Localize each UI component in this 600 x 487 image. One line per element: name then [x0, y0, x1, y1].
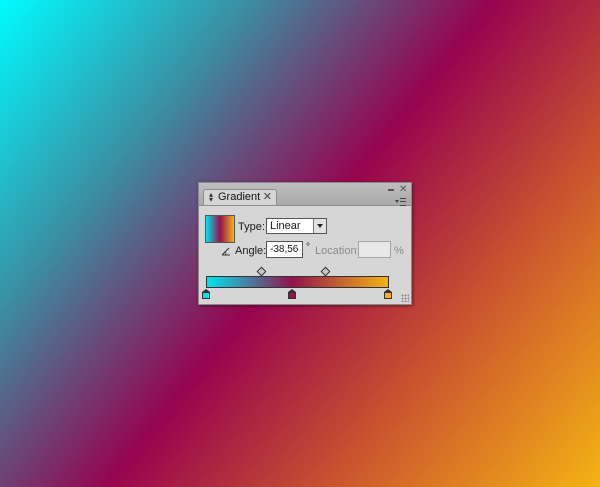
- gradient-midpoint-handle-left[interactable]: [256, 266, 267, 277]
- gradient-stop-left[interactable]: [202, 289, 210, 299]
- close-icon[interactable]: ✕: [263, 190, 272, 203]
- gradient-preview-swatch[interactable]: [205, 215, 235, 243]
- gradient-panel: ▴ ▾ Gradient ✕ ✕ Type: Linear Angle: -38,…: [198, 182, 412, 305]
- stop-swatch: [288, 292, 296, 299]
- chevron-down-icon[interactable]: [313, 219, 326, 233]
- gradient-stop-middle[interactable]: [288, 289, 296, 299]
- minimize-icon[interactable]: [388, 189, 394, 191]
- angle-label: Angle:: [235, 245, 267, 257]
- angle-input[interactable]: -38,56: [266, 241, 303, 258]
- panel-menu-icon[interactable]: [395, 197, 407, 206]
- stop-swatch: [202, 292, 210, 299]
- angle-icon: [221, 247, 230, 256]
- double-arrow-icon[interactable]: ▴ ▾: [207, 191, 215, 204]
- tab-label: Gradient: [218, 191, 261, 203]
- tab-gradient[interactable]: ▴ ▾ Gradient ✕: [203, 189, 277, 205]
- gradient-ramp-slider[interactable]: [206, 276, 389, 288]
- gradient-midpoint-handle-right[interactable]: [320, 266, 331, 277]
- stop-swatch: [384, 292, 392, 299]
- type-label: Type:: [238, 221, 265, 233]
- type-selected-value: Linear: [270, 220, 301, 232]
- angle-unit: °: [306, 242, 310, 253]
- location-input[interactable]: [358, 241, 391, 258]
- resize-grip-icon[interactable]: [401, 294, 409, 302]
- location-unit: %: [394, 245, 404, 257]
- type-dropdown[interactable]: Linear: [266, 218, 327, 234]
- panel-title-bar[interactable]: ▴ ▾ Gradient ✕ ✕: [199, 183, 411, 206]
- location-label: Location:: [315, 245, 360, 257]
- gradient-stop-right[interactable]: [384, 289, 392, 299]
- close-icon[interactable]: ✕: [399, 184, 407, 195]
